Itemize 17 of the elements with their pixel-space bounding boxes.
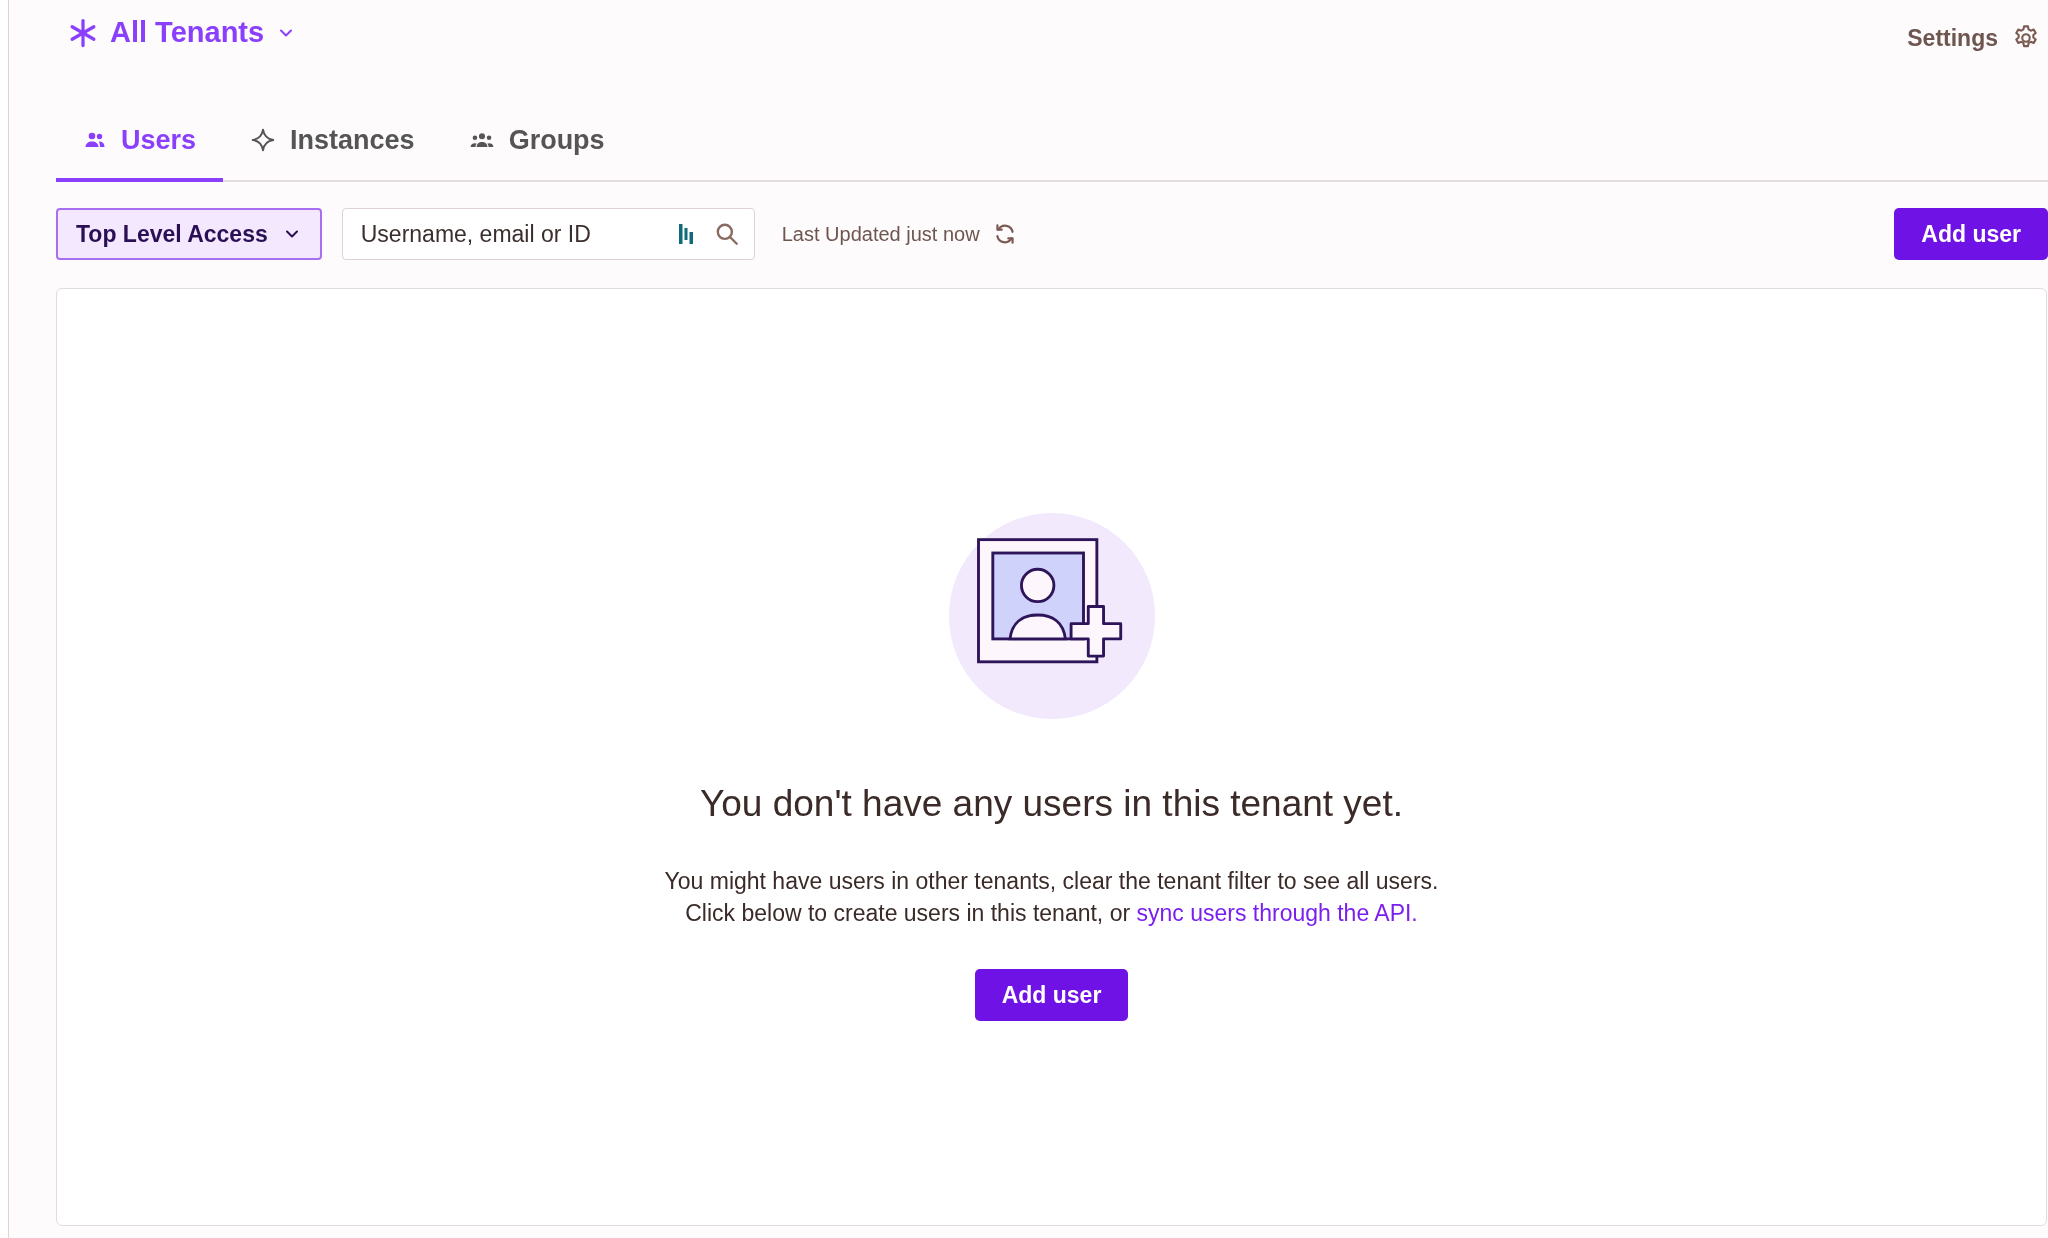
settings-button[interactable]: Settings bbox=[1907, 24, 2040, 52]
asterisk-icon bbox=[68, 17, 98, 48]
add-user-button[interactable]: Add user bbox=[974, 969, 1129, 1021]
last-updated-text: Last Updated just now bbox=[781, 222, 980, 246]
tenant-switcher[interactable]: All Tenants bbox=[68, 16, 297, 49]
add-user-button[interactable]: Add user bbox=[1894, 208, 2048, 260]
tab[interactable]: Instances bbox=[223, 102, 442, 182]
search-field[interactable]: Username, email or ID bbox=[341, 208, 755, 260]
api-sync-link[interactable]: sync users through the API. bbox=[1136, 900, 1418, 926]
search-input[interactable]: Username, email or ID bbox=[358, 219, 658, 249]
empty-state-heading: You don't have any users in this tenant yet. bbox=[700, 783, 1403, 825]
access-filter-dropdown[interactable]: Top Level Access bbox=[56, 208, 322, 260]
bars-icon bbox=[677, 223, 694, 245]
empty-state-message: You might have users in other tenants, clear the tenant filter to see all users. Click below to create users in this tenant, or sync users through the API. bbox=[664, 867, 1439, 928]
tab[interactable]: Groups bbox=[441, 102, 632, 182]
tab[interactable]: Users bbox=[56, 102, 224, 182]
sparkle-icon bbox=[250, 127, 277, 153]
